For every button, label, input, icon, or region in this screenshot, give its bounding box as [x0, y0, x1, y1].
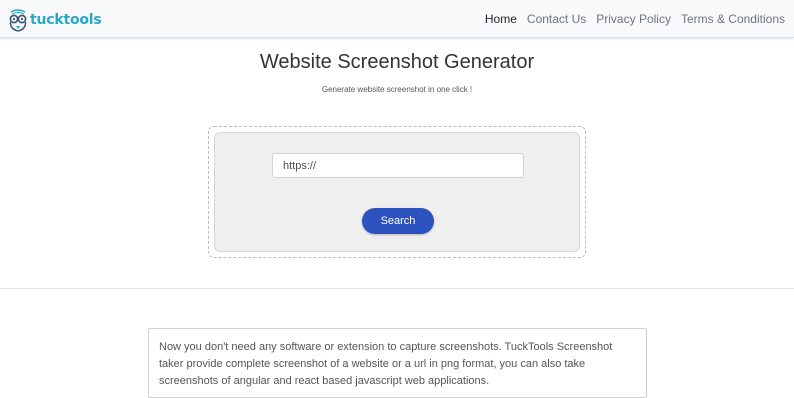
- brand-logo-link[interactable]: tucktools: [8, 8, 102, 32]
- info-text: Now you don't need any software or exten…: [159, 341, 613, 387]
- url-input[interactable]: [272, 153, 524, 178]
- page-title: Website Screenshot Generator: [259, 51, 535, 73]
- search-button[interactable]: Search: [362, 208, 434, 234]
- nav-link-contact-us[interactable]: Contact Us: [527, 12, 586, 26]
- owl-logo-icon: [9, 9, 27, 32]
- search-panel-border: Search: [208, 126, 586, 258]
- section-divider: [0, 288, 794, 289]
- main-nav: Home Contact Us Privacy Policy Terms & C…: [485, 0, 785, 38]
- brand-name: tucktools: [30, 12, 102, 28]
- info-card: Now you don't need any software or exten…: [148, 328, 647, 398]
- nav-link-privacy-policy[interactable]: Privacy Policy: [596, 12, 671, 26]
- navbar: tucktools Home Contact Us Privacy Policy…: [0, 0, 794, 38]
- nav-link-home[interactable]: Home: [485, 12, 517, 26]
- nav-link-terms-conditions[interactable]: Terms & Conditions: [681, 12, 785, 26]
- search-panel: Search: [214, 132, 580, 252]
- page-subtitle: Generate website screenshot in one click…: [321, 85, 473, 94]
